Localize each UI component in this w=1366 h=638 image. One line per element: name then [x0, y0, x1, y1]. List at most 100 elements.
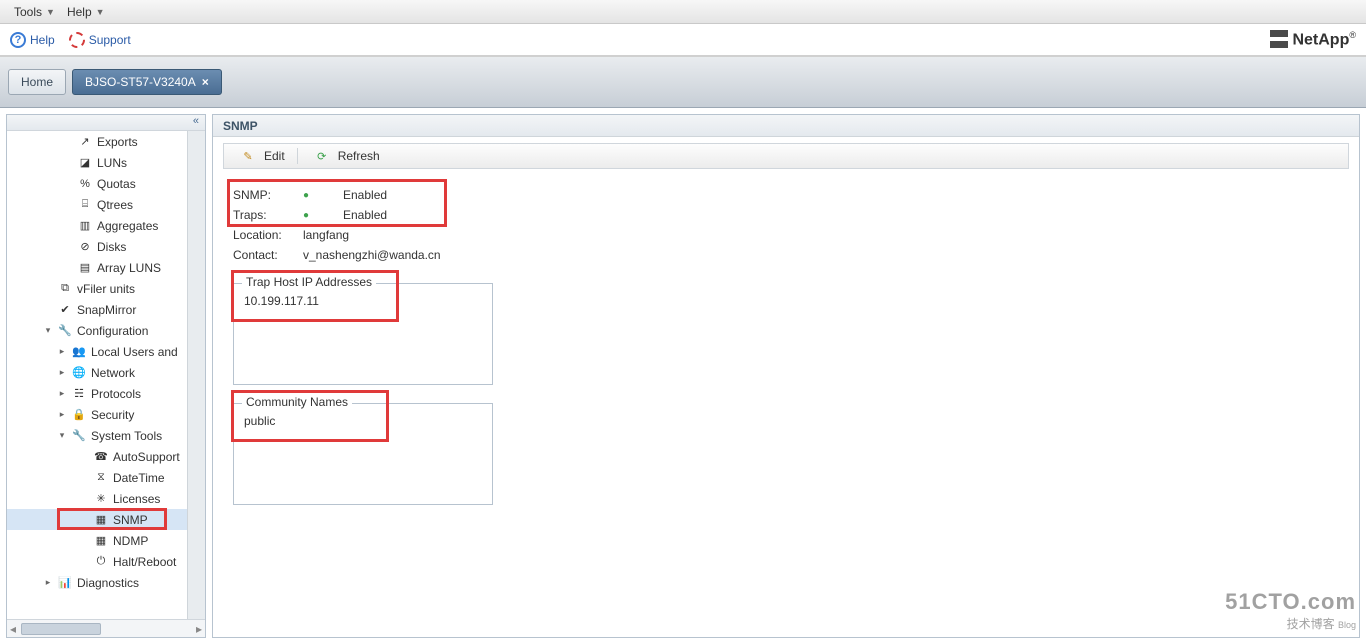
network-icon: 🌐 [71, 365, 87, 381]
status-ok-icon: ● [303, 190, 343, 201]
tree-item-array-luns[interactable]: ▤Array LUNS [7, 257, 187, 278]
tree-item-disks[interactable]: ⊘Disks [7, 236, 187, 257]
menu-tools[interactable]: Tools ▼ [8, 3, 61, 21]
protocols-icon: ☵ [71, 386, 87, 402]
kv-snmp: SNMP: ● Enabled [233, 185, 653, 205]
kv-snmp-key: SNMP: [233, 188, 303, 202]
support-icon [69, 32, 85, 48]
refresh-icon: ⟳ [314, 148, 330, 164]
trap-legend: Trap Host IP Addresses [242, 275, 376, 289]
chevron-right-icon[interactable]: ▸ [57, 346, 67, 357]
tree-label: SnapMirror [77, 303, 136, 317]
tree-label: LUNs [97, 156, 127, 170]
edit-label: Edit [264, 149, 285, 163]
collapse-icon: « [193, 115, 199, 127]
tree-label: DateTime [113, 471, 165, 485]
refresh-button[interactable]: ⟳ Refresh [304, 146, 386, 166]
edit-icon: ✎ [240, 148, 256, 164]
menu-help-label: Help [67, 5, 92, 19]
tree-label: Diagnostics [77, 576, 139, 590]
workspace: « ↗Exports ◪ LUNs %Quotas ⌸ Qtrees ▥Aggregates… [0, 108, 1366, 638]
watermark: 51CTO.com 技术博客 Blog [1225, 589, 1356, 632]
support-link-label: Support [89, 33, 131, 47]
tree-item-luns[interactable]: ◪ LUNs [7, 152, 187, 173]
tree-label: Exports [97, 135, 138, 149]
tree-item-diagnostics[interactable]: ▸ 📊 Diagnostics [7, 572, 187, 593]
diag-icon: 📊 [57, 575, 73, 591]
tab-home[interactable]: Home [8, 69, 66, 95]
tree-label: vFiler units [77, 282, 135, 296]
tree-item-quotas[interactable]: %Quotas [7, 173, 187, 194]
tree-item-ndmp[interactable]: ▦NDMP [7, 530, 187, 551]
qtrees-icon: ⌸ [77, 197, 93, 213]
tree-label: Halt/Reboot [113, 555, 176, 569]
tree-item-snapmirror[interactable]: ✔SnapMirror [7, 299, 187, 320]
tree-item-system-tools[interactable]: ▾🔧System Tools [7, 425, 187, 446]
tab-active-host[interactable]: BJSO-ST57-V3240A × [72, 69, 222, 95]
content-toolbar: ✎ Edit ⟳ Refresh [223, 143, 1349, 169]
tree-item-exports[interactable]: ↗Exports [7, 131, 187, 152]
tree-item-halt-reboot[interactable]: ⏻Halt/Reboot [7, 551, 187, 572]
snmp-status-block: SNMP: ● Enabled Traps: ● Enabled Locatio… [233, 185, 653, 265]
support-link[interactable]: Support [69, 32, 131, 48]
chevron-down-icon: ▼ [46, 7, 55, 17]
help-link[interactable]: ? Help [10, 32, 55, 48]
tree-item-licenses[interactable]: ✳Licenses [7, 488, 187, 509]
nav-collapse[interactable]: « [7, 115, 205, 131]
menu-help[interactable]: Help ▼ [61, 3, 111, 21]
quotas-icon: % [77, 176, 93, 192]
brand-text: NetApp [1292, 31, 1349, 48]
tree-item-vfiler-units[interactable]: ⧉vFiler units [7, 278, 187, 299]
ndmp-icon: ▦ [93, 533, 109, 549]
close-icon[interactable]: × [202, 75, 209, 89]
chevron-down-icon[interactable]: ▾ [43, 325, 53, 336]
disks-icon: ⊘ [77, 239, 93, 255]
trap-host-value: 10.199.117.11 [244, 294, 319, 308]
chevron-right-icon[interactable]: ▸ [57, 409, 67, 420]
help-icon: ? [10, 32, 26, 48]
security-icon: 🔒 [71, 407, 87, 423]
kv-loc-key: Location: [233, 228, 303, 242]
tree-item-security[interactable]: ▸ 🔒 Security [7, 404, 187, 425]
nav-panel: « ↗Exports ◪ LUNs %Quotas ⌸ Qtrees ▥Aggregates… [6, 114, 206, 638]
tree-label: Security [91, 408, 134, 422]
kv-contact: Contact: v_nashengzhi@wanda.cn [233, 245, 653, 265]
tree-label: Qtrees [97, 198, 133, 212]
kv-loc-val: langfang [303, 228, 349, 242]
community-fieldset: Community Names public [233, 403, 493, 505]
tree-item-configuration[interactable]: ▾🔧Configuration [7, 320, 187, 341]
watermark-line2b: Blog [1338, 620, 1356, 630]
support-bar: ? Help Support NetApp® [0, 24, 1366, 56]
tree-item-local-users-and[interactable]: ▸ 👥 Local Users and [7, 341, 187, 362]
tree-item-aggregates[interactable]: ▥Aggregates [7, 215, 187, 236]
tree-item-protocols[interactable]: ▸☵Protocols [7, 383, 187, 404]
chevron-right-icon[interactable]: ▸ [57, 388, 67, 399]
nav-vscrollbar[interactable] [187, 131, 205, 619]
refresh-label: Refresh [338, 149, 380, 163]
tree-item-autosupport[interactable]: ☎AutoSupport [7, 446, 187, 467]
tree-label: Local Users and [91, 345, 178, 359]
users-icon: 👥 [71, 344, 87, 360]
trap-host-fieldset: Trap Host IP Addresses 10.199.117.11 [233, 283, 493, 385]
content-title-label: SNMP [223, 119, 258, 133]
config-icon: 🔧 [57, 323, 73, 339]
toolbar-separator [297, 148, 298, 164]
tree-item-snmp[interactable]: ▦SNMP [7, 509, 187, 530]
brand-sup: ® [1349, 30, 1356, 40]
chevron-down-icon[interactable]: ▾ [57, 430, 67, 441]
tab-bar: Home BJSO-ST57-V3240A × [0, 56, 1366, 108]
luns-icon: ◪ [77, 155, 93, 171]
tree-label: System Tools [91, 429, 162, 443]
edit-button[interactable]: ✎ Edit [230, 146, 291, 166]
chevron-down-icon: ▼ [96, 7, 105, 17]
community-value: public [244, 414, 275, 428]
tree-item-datetime[interactable]: ⧖DateTime [7, 467, 187, 488]
tree-item-network[interactable]: ▸🌐Network [7, 362, 187, 383]
kv-location: Location: langfang [233, 225, 653, 245]
chevron-right-icon[interactable]: ▸ [57, 367, 67, 378]
watermark-line1: 51CTO.com [1225, 589, 1356, 615]
nav-hscrollbar[interactable]: ◂ ▸ [7, 619, 205, 637]
chevron-right-icon[interactable]: ▸ [43, 577, 53, 588]
community-legend: Community Names [242, 395, 352, 409]
tree-item-qtrees[interactable]: ⌸ Qtrees [7, 194, 187, 215]
